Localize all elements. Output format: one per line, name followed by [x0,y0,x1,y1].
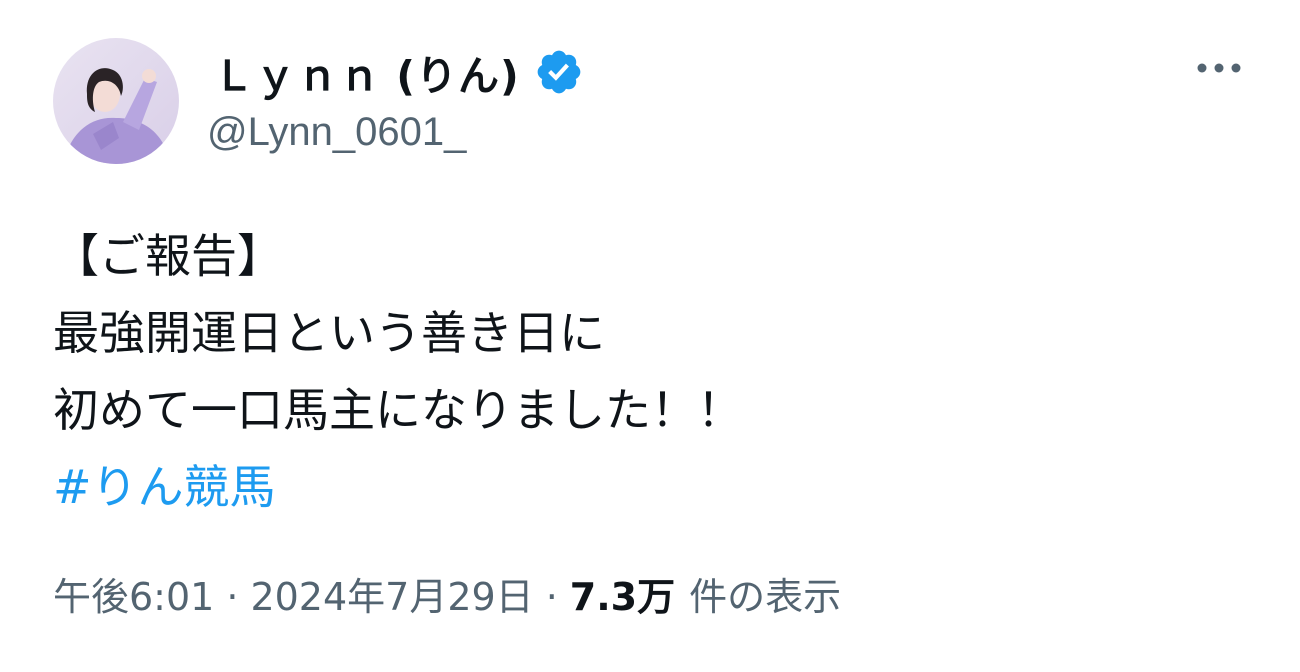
display-name-row: Ｌｙｎｎ (りん) [213,44,584,100]
more-options-button[interactable] [1186,48,1252,88]
post-text: 【ご報告】 最強開運日という善き日に 初めて一口馬主になりました！！ #りん競馬 [53,218,743,526]
post-time[interactable]: 午後6:01 [53,566,214,621]
post-line: 最強開運日という善き日に [53,306,605,360]
display-name[interactable]: Ｌｙｎｎ (りん) [213,42,520,102]
post-date[interactable]: 2024年7月29日 [250,566,533,621]
post-meta: 午後6:01 · 2024年7月29日 · 7.3万 件の表示 [53,566,841,621]
more-options-icon [1197,63,1241,73]
post-line: 初めて一口馬主になりました！！ [53,383,743,437]
profile-photo [53,38,179,164]
handle[interactable]: @Lynn_0601_ [207,110,466,155]
views-count[interactable]: 7.3万 [570,566,675,621]
meta-separator: · [545,575,558,619]
hashtag-link[interactable]: #りん競馬 [53,460,276,514]
meta-separator: · [226,575,239,619]
avatar[interactable] [53,38,179,164]
tweet: Ｌｙｎｎ (りん) @Lynn_0601_ 【ご報告】 最強開運日という善き日に… [0,0,1300,672]
post-line: 【ご報告】 [53,229,283,283]
views-label: 件の表示 [689,575,842,619]
verified-badge-icon [534,47,584,97]
